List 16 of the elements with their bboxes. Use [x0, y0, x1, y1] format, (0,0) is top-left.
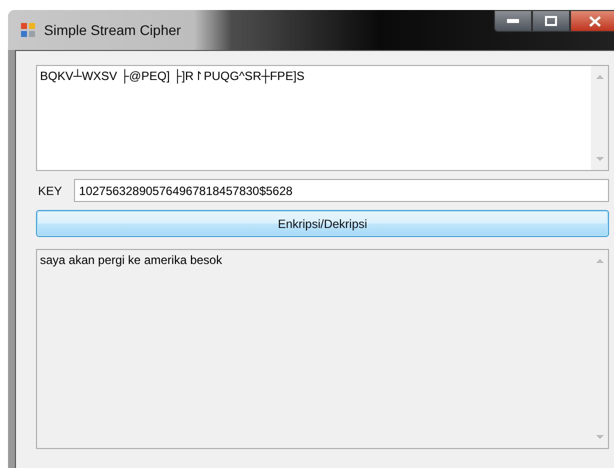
minimize-button[interactable] — [494, 10, 532, 32]
close-button[interactable] — [570, 10, 614, 32]
app-icon — [20, 22, 36, 38]
window-title: Simple Stream Cipher — [44, 22, 181, 38]
encrypt-decrypt-button[interactable]: Enkripsi/Dekripsi — [36, 210, 609, 237]
scroll-down-icon[interactable] — [596, 157, 604, 162]
plain-text: saya akan pergi ke amerika besok — [40, 253, 222, 267]
scroll-up-icon[interactable] — [596, 74, 604, 79]
key-field[interactable]: 102756328905764967818457830$5628 — [74, 179, 609, 202]
scroll-bar[interactable] — [591, 66, 608, 170]
close-icon[interactable] — [589, 16, 601, 26]
input-text-area[interactable]: BQKV┴WXSV ├@PEQ] ├]R↾PUQG^SR┼FPE]S — [36, 65, 609, 171]
cipher-text: BQKV┴WXSV ├@PEQ] ├]R↾PUQG^SR┼FPE]S — [40, 69, 305, 83]
maximize-button[interactable] — [532, 10, 570, 32]
key-label: KEY — [37, 184, 62, 198]
maximize-icon[interactable] — [545, 16, 557, 26]
